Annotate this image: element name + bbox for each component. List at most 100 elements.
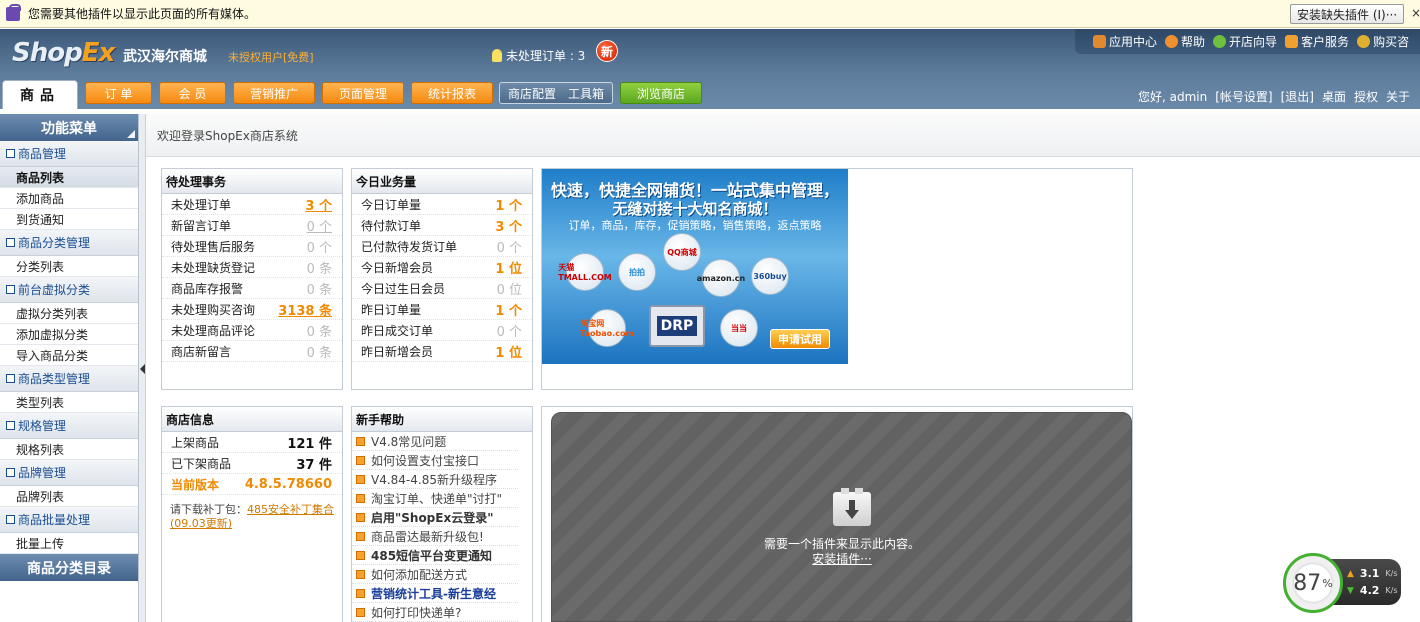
panel-title: 新手帮助 (352, 407, 532, 432)
new-badge: 新 (596, 40, 618, 62)
help-link[interactable]: 淘宝订单、快递单"讨打" (352, 489, 518, 508)
logout-link[interactable]: [退出] (1281, 88, 1314, 105)
today-row: 今日订单量 1 个 (352, 194, 532, 215)
sidebar-item-type-list[interactable]: 类型列表 (0, 392, 138, 413)
today-row: 待付款订单 3 个 (352, 215, 532, 236)
today-row: 昨日订单量 1 个 (352, 299, 532, 320)
bullet-icon (356, 531, 365, 541)
today-count: 0 位 (496, 282, 522, 298)
nav-orders-button[interactable]: 订 单 (85, 82, 152, 104)
sidebar-group-batch-processing[interactable]: 商品批量处理 (0, 507, 138, 533)
sidebar-item-add-goods[interactable]: 添加商品 (0, 188, 138, 209)
shop-config-link[interactable]: 商店配置 (508, 85, 556, 102)
pending-row: 商品库存报警 0 条 (162, 278, 342, 299)
close-icon[interactable]: × (1411, 6, 1420, 20)
pending-row: 未处理缺货登记 0 条 (162, 257, 342, 278)
app-center-link[interactable]: 应用中心 (1093, 33, 1157, 50)
browse-shop-button[interactable]: 浏览商店 (620, 82, 702, 104)
bullet-icon (356, 569, 365, 579)
sidebar-footer-category-directory[interactable]: 商品分类目录 (0, 554, 138, 581)
bullet-icon (356, 588, 365, 598)
nav-members-button[interactable]: 会 员 (159, 82, 226, 104)
missing-plugin-placeholder[interactable]: 需要一个插件来显示此内容。 安装插件··· (551, 412, 1132, 622)
help-link[interactable]: 帮助 (1165, 33, 1205, 50)
sidebar-title: 功能菜单 (0, 114, 138, 141)
sidebar-item-virtual-category-list[interactable]: 虚拟分类列表 (0, 303, 138, 324)
collapse-box-icon (6, 374, 15, 383)
license-link[interactable]: 授权 (1354, 88, 1378, 105)
shopex-logo[interactable]: ShopEx (12, 38, 115, 68)
today-row: 今日过生日会员 0 位 (352, 278, 532, 299)
help-link[interactable]: V4.8常见问题 (352, 432, 518, 451)
sidebar-item-batch-upload[interactable]: 批量上传 (0, 533, 138, 554)
help-link[interactable]: 如何打印快递单? (352, 603, 518, 622)
today-count: 0 个 (496, 240, 522, 256)
pending-count: 0 条 (306, 324, 332, 340)
collapse-box-icon (6, 285, 15, 294)
sidebar-group-type-management[interactable]: 商品类型管理 (0, 366, 138, 392)
pending-row: 待处理售后服务 0 个 (162, 236, 342, 257)
nav-marketing-button[interactable]: 营销推广 (233, 82, 315, 104)
help-link[interactable]: V4.84-4.85新升级程序 (352, 470, 518, 489)
sidebar-group-virtual-category[interactable]: 前台虚拟分类 (0, 277, 138, 303)
install-plugin-link[interactable]: 安装插件··· (542, 550, 1142, 567)
plugin-download-icon (833, 488, 871, 526)
nav-page-management-button[interactable]: 页面管理 (322, 82, 404, 104)
nav-reports-button[interactable]: 统计报表 (411, 82, 493, 104)
help-link[interactable]: 485短信平台变更通知 (352, 546, 518, 565)
today-count: 1 个 (495, 198, 522, 214)
help-link[interactable]: 营销统计工具-新生意经 (352, 584, 518, 603)
today-row: 昨日新增会员 1 位 (352, 341, 532, 362)
sidebar-group-spec-management[interactable]: 规格管理 (0, 413, 138, 439)
greeting: 您好, admin (1138, 90, 1208, 104)
network-speed-widget[interactable]: ▲ 3.1 K/s ▼ 4.2 K/s 87% (1283, 553, 1401, 613)
help-link[interactable]: 如何设置支付宝接口 (352, 451, 518, 470)
sidebar-item-brand-list[interactable]: 品牌列表 (0, 486, 138, 507)
customer-service-link[interactable]: 客户服务 (1285, 33, 1349, 50)
help-link[interactable]: 如何添加配送方式 (352, 565, 518, 584)
pending-count: 0 条 (306, 345, 332, 361)
license-status[interactable]: 未授权用户[免费] (228, 49, 314, 65)
sidebar-group-brand-management[interactable]: 品牌管理 (0, 460, 138, 486)
install-missing-plugin-button[interactable]: 安装缺失插件 (I)··· (1290, 4, 1405, 24)
pending-count-link[interactable]: 0 个 (307, 216, 332, 235)
sidebar-item-spec-list[interactable]: 规格列表 (0, 439, 138, 460)
pending-orders-notice[interactable]: 未处理订单 : 3 (492, 47, 585, 64)
purchase-consult-link[interactable]: 购买咨 (1357, 33, 1409, 50)
sidebar: 功能菜单 商品管理 商品列表 添加商品 到货通知 商品分类管理 分类列表 前台虚… (0, 114, 139, 622)
current-version: 4.8.5.78660 (244, 476, 332, 492)
sidebar-group-goods-management[interactable]: 商品管理 (0, 141, 138, 167)
sidebar-item-goods-list[interactable]: 商品列表 (0, 167, 138, 188)
desktop-link[interactable]: 桌面 (1322, 88, 1346, 105)
welcome-bar: 欢迎登录ShopEx商店系统 (146, 114, 1420, 157)
main-content: 欢迎登录ShopEx商店系统 待处理事务 未处理订单 3 个 新留言订单 0 个 待… (146, 114, 1420, 622)
about-link[interactable]: 关于 (1386, 88, 1410, 105)
collapse-sidebar-icon[interactable] (140, 364, 145, 374)
app-center-icon (1093, 35, 1106, 48)
sidebar-item-import-category[interactable]: 导入商品分类 (0, 345, 138, 366)
qq-mall-logo: QQ商城 (663, 233, 701, 271)
drp-ad-banner[interactable]: 快速，快捷全网铺货！一站式集中管理， 无缝对接十大知名商城！ 订单，商品，库存，… (542, 169, 848, 364)
sidebar-item-add-virtual-category[interactable]: 添加虚拟分类 (0, 324, 138, 345)
pending-row: 未处理订单 3 个 (162, 194, 342, 215)
panel-title: 待处理事务 (162, 169, 342, 194)
tab-goods[interactable]: 商品 (2, 80, 78, 109)
today-row: 已付款待发货订单 0 个 (352, 236, 532, 257)
pending-count-link[interactable]: 3 个 (305, 195, 332, 214)
pending-count-link[interactable]: 3138 条 (278, 300, 332, 319)
shop-info-row: 当前版本 4.8.5.78660 (162, 474, 342, 495)
bullet-icon (356, 493, 365, 503)
help-link[interactable]: 启用"ShopEx云登录" (352, 508, 518, 527)
pending-row: 未处理商品评论 0 条 (162, 320, 342, 341)
help-link[interactable]: 商品雷达最新升级包! (352, 527, 518, 546)
account-settings-link[interactable]: [帐号设置] (1215, 88, 1272, 105)
sidebar-item-category-list[interactable]: 分类列表 (0, 256, 138, 277)
patch-notice: 请下载补丁包：485安全补丁集合(09.03更新) (170, 503, 334, 530)
sidebar-group-category-management[interactable]: 商品分类管理 (0, 230, 138, 256)
setup-wizard-link[interactable]: 开店向导 (1213, 33, 1277, 50)
sidebar-item-arrival-notice[interactable]: 到货通知 (0, 209, 138, 230)
amazon-logo: amazon.cn (697, 259, 745, 297)
toolbox-link[interactable]: 工具箱 (568, 85, 604, 102)
apply-trial-button[interactable]: 申请试用 (770, 329, 830, 349)
user-links: 您好, admin [帐号设置] [退出] 桌面 授权 关于 (1138, 88, 1410, 105)
